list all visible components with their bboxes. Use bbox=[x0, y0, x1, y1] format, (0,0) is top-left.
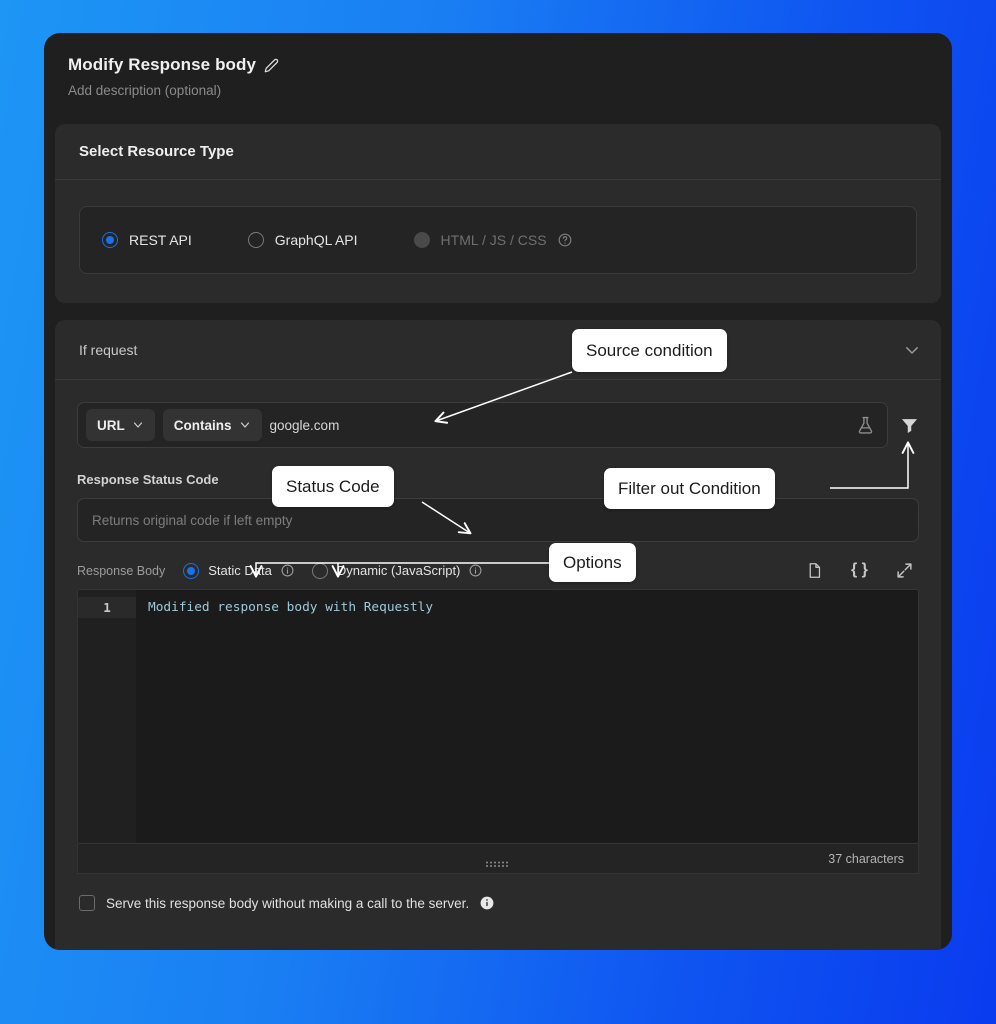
source-condition-input[interactable]: URL Contains bbox=[77, 402, 888, 448]
if-request-header[interactable]: If request bbox=[55, 320, 941, 380]
annotation-options: Options bbox=[549, 543, 636, 582]
resource-option-label: REST API bbox=[129, 232, 192, 248]
annotation-filter-out-condition: Filter out Condition bbox=[604, 468, 775, 509]
serve-response-row[interactable]: Serve this response body without making … bbox=[77, 895, 919, 911]
info-filled-icon[interactable] bbox=[480, 896, 494, 910]
chevron-down-icon bbox=[239, 419, 251, 431]
chevron-down-icon bbox=[132, 419, 144, 431]
response-body-option-dynamic-javascript[interactable]: Dynamic (JavaScript) bbox=[312, 563, 483, 579]
annotation-source-condition: Source condition bbox=[572, 329, 727, 372]
resource-option-graphql-api[interactable]: GraphQL API bbox=[248, 232, 358, 248]
info-circle-icon[interactable] bbox=[281, 564, 294, 577]
character-count: 37 characters bbox=[828, 852, 918, 866]
flask-icon[interactable] bbox=[856, 416, 875, 435]
radio-rest-api[interactable] bbox=[102, 232, 118, 248]
resource-option-html-js-css: HTML / JS / CSS bbox=[414, 232, 572, 248]
editor-status-bar: 37 characters bbox=[77, 844, 919, 874]
response-body-option-static-data[interactable]: Static Data bbox=[183, 563, 294, 579]
question-circle-icon[interactable] bbox=[558, 233, 572, 247]
serve-response-label: Serve this response body without making … bbox=[106, 896, 469, 911]
response-status-code-label: Response Status Code bbox=[77, 472, 919, 487]
editor-gutter: 1 bbox=[78, 590, 136, 843]
response-body-option-label: Static Data bbox=[208, 563, 272, 578]
if-request-label: If request bbox=[79, 342, 137, 358]
resource-type-panel: Select Resource Type REST API GraphQL AP… bbox=[55, 124, 941, 303]
radio-html-js-css bbox=[414, 232, 430, 248]
if-request-body: URL Contains bbox=[55, 380, 941, 911]
copy-icon[interactable] bbox=[806, 562, 823, 579]
funnel-icon[interactable] bbox=[900, 416, 919, 435]
source-key-value: URL bbox=[97, 418, 125, 433]
source-key-dropdown[interactable]: URL bbox=[86, 409, 155, 441]
drag-handle-icon[interactable] bbox=[485, 855, 511, 863]
source-operator-value: Contains bbox=[174, 418, 232, 433]
resource-type-options: REST API GraphQL API HTML / JS / CSS bbox=[79, 206, 917, 274]
chevron-down-icon[interactable] bbox=[903, 341, 921, 359]
response-body-options-row: Response Body Static Data Dynamic (JavaS… bbox=[77, 562, 919, 579]
response-body-label: Response Body bbox=[77, 564, 165, 578]
source-operator-dropdown[interactable]: Contains bbox=[163, 409, 262, 441]
radio-static-data[interactable] bbox=[183, 563, 199, 579]
resource-option-label: GraphQL API bbox=[275, 232, 358, 248]
response-status-code-input[interactable]: Returns original code if left empty bbox=[77, 498, 919, 542]
source-condition-row: URL Contains bbox=[77, 402, 919, 448]
radio-dynamic-javascript[interactable] bbox=[312, 563, 328, 579]
resource-option-label: HTML / JS / CSS bbox=[441, 232, 547, 248]
if-request-panel: If request URL bbox=[55, 320, 941, 950]
source-value-field[interactable]: google.com bbox=[270, 418, 848, 433]
editor-toolbar: { } bbox=[806, 562, 919, 579]
page-title-text: Modify Response body bbox=[68, 55, 256, 75]
resource-option-rest-api[interactable]: REST API bbox=[102, 232, 192, 248]
format-braces-icon[interactable]: { } bbox=[851, 562, 868, 579]
radio-graphql-api[interactable] bbox=[248, 232, 264, 248]
expand-icon[interactable] bbox=[896, 562, 913, 579]
pencil-icon[interactable] bbox=[264, 58, 279, 73]
rule-editor-card: Modify Response body Add description (op… bbox=[44, 33, 952, 950]
response-body-option-label: Dynamic (JavaScript) bbox=[337, 563, 461, 578]
info-circle-icon[interactable] bbox=[469, 564, 482, 577]
resource-type-heading: Select Resource Type bbox=[55, 124, 941, 180]
card-header: Modify Response body Add description (op… bbox=[44, 33, 952, 98]
annotation-status-code: Status Code bbox=[272, 466, 394, 507]
response-body-editor[interactable]: 1 Modified response body with Requestly bbox=[77, 589, 919, 844]
description-input[interactable]: Add description (optional) bbox=[68, 83, 952, 98]
editor-content[interactable]: Modified response body with Requestly bbox=[136, 590, 918, 843]
line-number: 1 bbox=[78, 597, 136, 618]
serve-response-checkbox[interactable] bbox=[79, 895, 95, 911]
page-title: Modify Response body bbox=[68, 55, 952, 75]
